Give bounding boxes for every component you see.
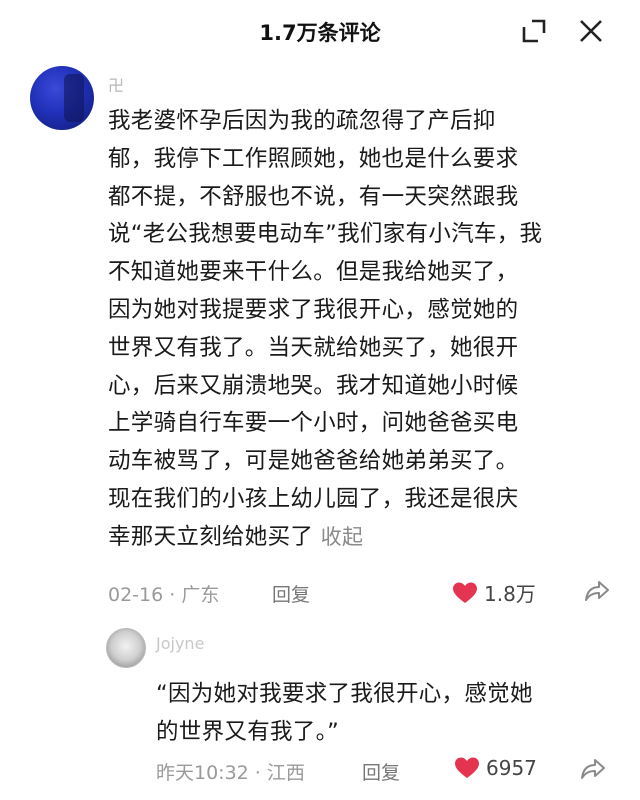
reply-like-button[interactable]: 6957 [454,756,537,780]
collapse-button[interactable]: 收起 [321,525,364,549]
comment-meta: 02-16 · 广东 回复 1.8万 [108,576,610,609]
close-icon[interactable] [576,16,606,46]
reply-reply-button[interactable]: 回复 [362,758,400,785]
reply-share-icon[interactable] [580,756,606,787]
like-count: 1.8万 [484,582,536,606]
avatar[interactable] [30,66,94,130]
comments-header: 1.7万条评论 [0,0,640,62]
reply-meta: 昨天10:32 · 江西 回复 6957 [156,754,616,786]
heart-icon [455,757,479,778]
comment-body: 我老婆怀孕后因为我的疏忽得了产后抑 郁，我停下工作照顾她，她也是什么要求 都不提… [108,108,543,550]
username[interactable]: 卍 [108,72,124,96]
reply-text: “因为她对我要求了我很开心，感觉她 的世界又有我了。” [156,681,533,745]
comment-text: 我老婆怀孕后因为我的疏忽得了产后抑 郁，我停下工作照顾她，她也是什么要求 都不提… [108,103,598,557]
reply-like-count: 6957 [486,756,537,780]
expand-corner-icon[interactable] [519,16,549,46]
heart-icon [453,582,477,603]
like-button[interactable]: 1.8万 [452,578,536,607]
reply-button[interactable]: 回复 [272,580,310,607]
reply-date-location: 昨天10:32 · 江西 [156,762,305,784]
reply-avatar[interactable] [106,628,146,668]
share-icon[interactable] [584,578,610,609]
comment-date-location: 02-16 · 广东 [108,584,220,606]
reply-username[interactable]: Jojyne [156,634,204,653]
